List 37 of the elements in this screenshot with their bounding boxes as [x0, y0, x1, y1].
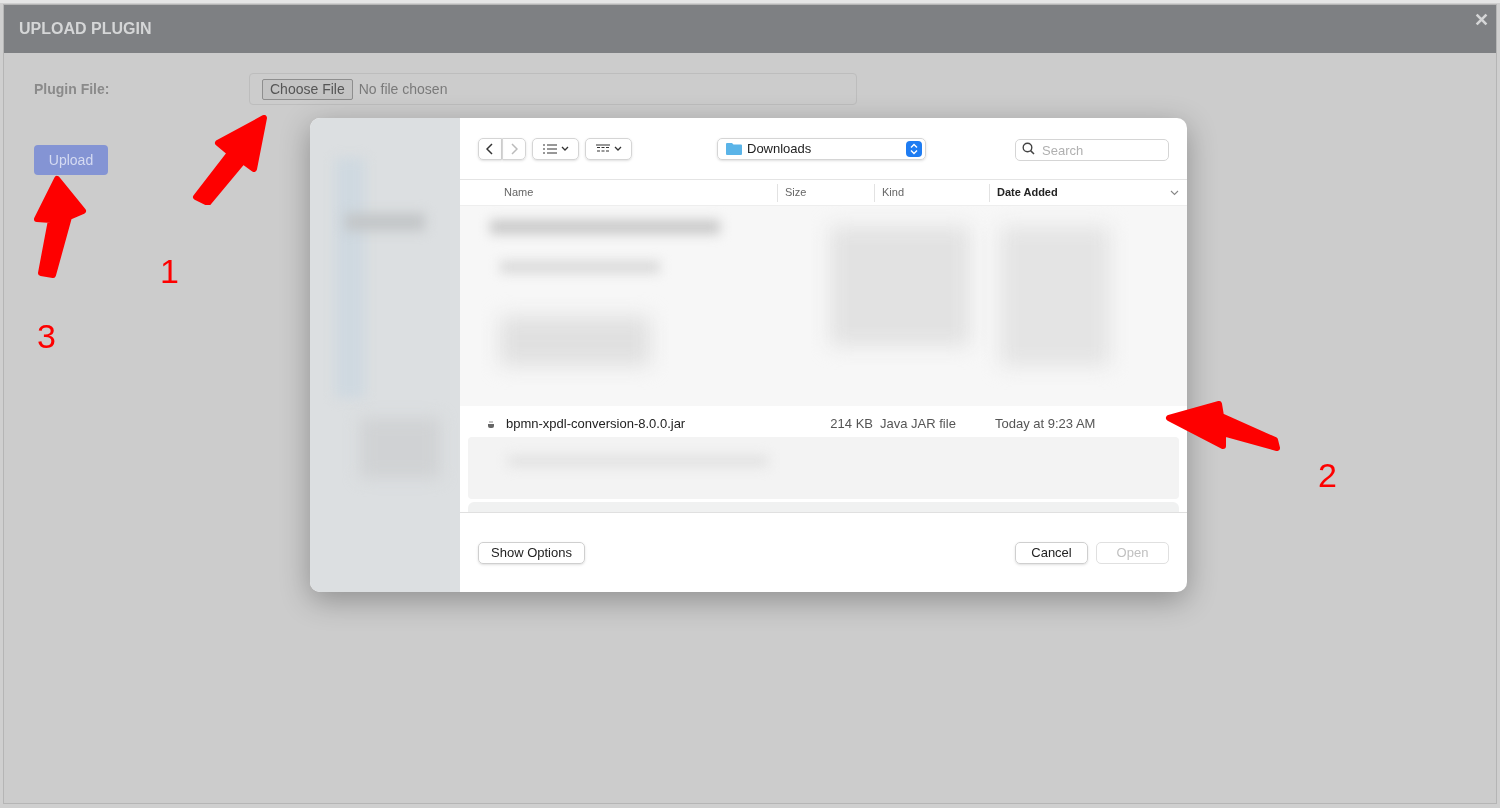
field-label: Plugin File: — [34, 79, 111, 99]
search-icon — [1022, 142, 1035, 155]
open-button: Open — [1096, 541, 1169, 564]
step-number: 2 — [1318, 455, 1337, 496]
column-header[interactable]: Size — [777, 183, 874, 202]
coffee-cup-icon — [487, 419, 496, 429]
grid-icon — [595, 143, 610, 154]
step-number: 3 — [37, 316, 56, 357]
back-button[interactable] — [478, 137, 502, 160]
search-field[interactable]: Search — [1015, 139, 1169, 161]
list-icon — [542, 143, 557, 154]
file-size: 214 KB — [829, 415, 873, 434]
stepper-icon — [906, 140, 922, 157]
folder-icon — [726, 142, 742, 155]
file-kind: Java JAR file — [879, 415, 957, 434]
file-name: bpmn-xpdl-conversion-8.0.0.jar — [506, 415, 687, 434]
forward-button[interactable] — [502, 137, 526, 160]
step-number: 1 — [160, 251, 179, 292]
file-date: Today at 9:23 AM — [994, 415, 1097, 434]
location-label: Downloads — [747, 139, 813, 158]
chevron-right-icon — [510, 142, 518, 155]
chevron-down-icon — [1170, 189, 1179, 196]
column-header[interactable]: Kind — [874, 183, 989, 202]
show-options-button[interactable]: Show Options — [478, 541, 585, 564]
modal-title: UPLOAD PLUGIN — [19, 19, 152, 39]
column-header[interactable]: Date Added — [989, 183, 1187, 202]
grid-view-button[interactable] — [585, 137, 632, 160]
choose-file-button[interactable]: Choose File — [262, 78, 353, 100]
chevron-down-icon — [613, 145, 622, 152]
chevron-down-icon — [560, 145, 569, 152]
list-view-button[interactable] — [532, 137, 579, 160]
location-popup[interactable]: Downloads — [717, 137, 926, 160]
column-header[interactable]: Name — [460, 183, 777, 202]
file-input[interactable]: Choose File No file chosen — [249, 73, 857, 105]
cancel-button[interactable]: Cancel — [1015, 541, 1088, 564]
chevron-left-icon — [486, 142, 494, 155]
file-status: No file chosen — [358, 79, 448, 99]
